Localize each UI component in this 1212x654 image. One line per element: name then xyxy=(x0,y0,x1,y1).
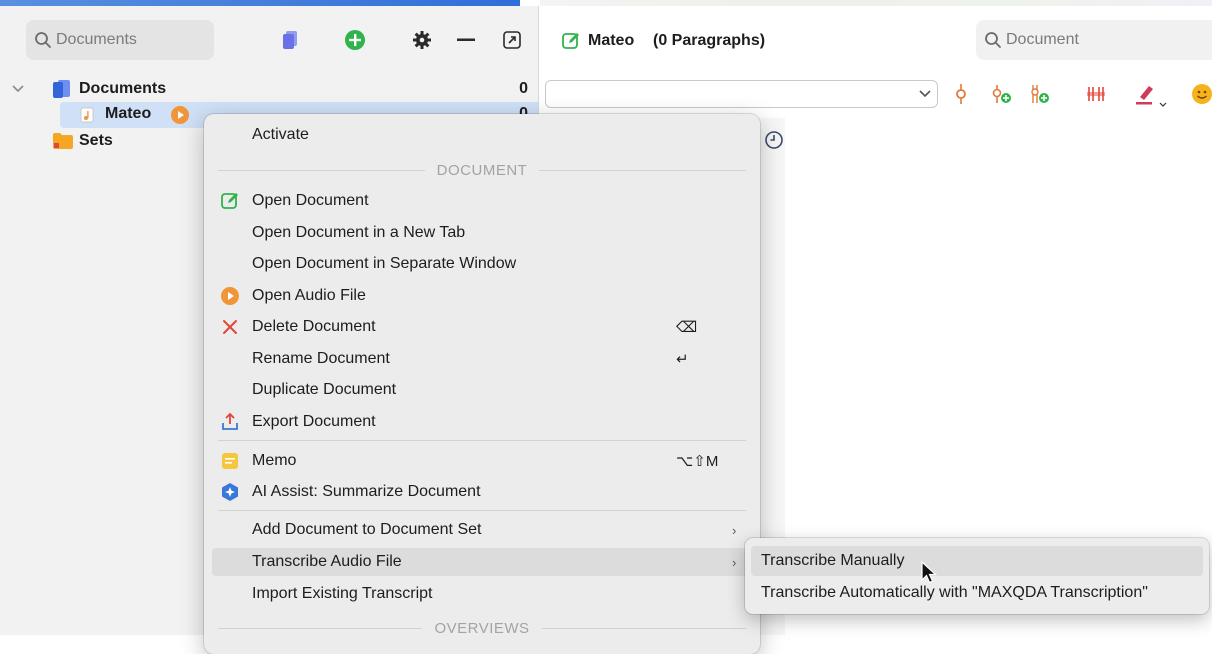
emoji-icon xyxy=(1192,84,1212,104)
paragraph-count: (0 Paragraphs) xyxy=(653,32,766,49)
transcribe-submenu: Transcribe Manually Transcribe Automatic… xyxy=(745,538,1209,614)
menu-separator xyxy=(218,440,746,441)
minus-icon xyxy=(457,38,475,41)
sets-folder-icon xyxy=(53,133,73,149)
ai-assist-icon xyxy=(220,482,240,502)
mouse-cursor-icon xyxy=(921,561,937,584)
add-codes-icon xyxy=(1031,85,1049,103)
menu-item-delete-document[interactable]: Delete Document ⌫ xyxy=(204,313,760,341)
highlighter-icon xyxy=(1136,86,1153,105)
menu-label-activate: Activate xyxy=(252,126,309,143)
add-button[interactable] xyxy=(343,28,367,52)
tree-count-documents: 0 xyxy=(519,80,528,97)
memo-icon xyxy=(220,451,240,471)
emoticode-button[interactable] xyxy=(1190,82,1212,106)
collapse-button[interactable] xyxy=(454,28,478,52)
code-dropdown[interactable] xyxy=(545,80,938,108)
documents-search-field[interactable]: Documents xyxy=(26,20,214,60)
menu-item-open-audio-file[interactable]: Open Audio File xyxy=(204,282,760,310)
multi-code-icon xyxy=(1087,87,1105,101)
submenu-arrow-icon: › xyxy=(732,522,737,538)
edit-document-icon xyxy=(220,191,240,211)
export-icon xyxy=(220,412,240,432)
document-stack-icon xyxy=(283,31,297,49)
add-code-button[interactable] xyxy=(990,82,1014,106)
menu-item-import-transcript[interactable]: Import Existing Transcript xyxy=(204,580,760,608)
menu-item-open-new-tab[interactable]: Open Document in a New Tab xyxy=(204,219,760,247)
submenu-item-transcribe-manually[interactable]: Transcribe Manually xyxy=(751,546,1203,576)
section-header-document: DOCUMENT xyxy=(218,160,747,180)
add-multiple-codes-button[interactable] xyxy=(1028,82,1052,106)
code-lines-button[interactable] xyxy=(1084,82,1108,106)
menu-item-export-document[interactable]: Export Document xyxy=(204,408,760,436)
menu-item-transcribe-audio[interactable]: Transcribe Audio File › xyxy=(212,548,752,576)
delete-shortcut: ⌫ xyxy=(676,319,698,336)
close-icon xyxy=(220,317,240,337)
submenu-item-transcribe-automatically[interactable]: Transcribe Automatically with "MAXQDA Tr… xyxy=(751,578,1203,608)
tree-row-sets[interactable]: Sets xyxy=(0,129,200,153)
documents-search-placeholder: Documents xyxy=(56,31,137,48)
context-menu: Activate DOCUMENT Open Document Open Doc… xyxy=(204,114,760,654)
highlight-button[interactable] xyxy=(1133,82,1157,106)
submenu-arrow-icon: › xyxy=(732,554,737,570)
tree-row-documents[interactable]: Documents 0 xyxy=(0,77,538,101)
menu-item-memo[interactable]: Memo ⌥⇧M xyxy=(204,447,760,475)
gear-icon xyxy=(413,31,431,49)
tree-label-documents: Documents xyxy=(79,80,167,97)
document-search-field[interactable]: Document xyxy=(976,20,1212,60)
play-audio-icon[interactable] xyxy=(170,105,190,125)
rename-shortcut: ↵ xyxy=(676,351,689,368)
document-search-placeholder: Document xyxy=(1006,31,1079,48)
chevron-down-icon xyxy=(919,90,931,98)
plus-circle-icon xyxy=(345,30,365,50)
tree-label-mateo: Mateo xyxy=(105,105,152,122)
menu-separator xyxy=(218,510,746,511)
add-code-icon xyxy=(992,85,1011,103)
memo-shortcut: ⌥⇧M xyxy=(676,453,719,470)
audio-document-icon xyxy=(80,107,94,123)
menu-item-rename-document[interactable]: Rename Document ↵ xyxy=(204,345,760,373)
tree-label-sets: Sets xyxy=(79,132,113,149)
documents-folder-icon xyxy=(53,80,70,98)
search-icon xyxy=(985,32,1001,48)
code-pin-icon xyxy=(956,84,966,104)
menu-item-activate[interactable]: Activate xyxy=(204,121,760,149)
menu-item-add-to-set[interactable]: Add Document to Document Set › xyxy=(204,516,760,544)
open-window-icon xyxy=(503,31,521,49)
chevron-down-icon[interactable] xyxy=(12,84,24,94)
chevron-down-icon[interactable] xyxy=(1159,102,1167,108)
clock-icon[interactable] xyxy=(764,130,784,150)
expand-window-button[interactable] xyxy=(500,28,524,52)
code-button[interactable] xyxy=(949,82,973,106)
menu-item-open-document[interactable]: Open Document xyxy=(204,187,760,215)
menu-item-ai-summarize[interactable]: AI Assist: Summarize Document xyxy=(204,478,760,506)
menu-item-duplicate-document[interactable]: Duplicate Document xyxy=(204,376,760,404)
menu-item-open-separate-window[interactable]: Open Document in Separate Window xyxy=(204,250,760,278)
section-header-overviews: OVERVIEWS xyxy=(218,618,746,638)
new-document-button[interactable] xyxy=(278,28,302,52)
settings-button[interactable] xyxy=(410,28,434,52)
edit-document-icon xyxy=(562,33,579,49)
document-title: Mateo xyxy=(588,32,635,49)
play-audio-icon xyxy=(220,286,240,306)
search-icon xyxy=(35,32,51,48)
